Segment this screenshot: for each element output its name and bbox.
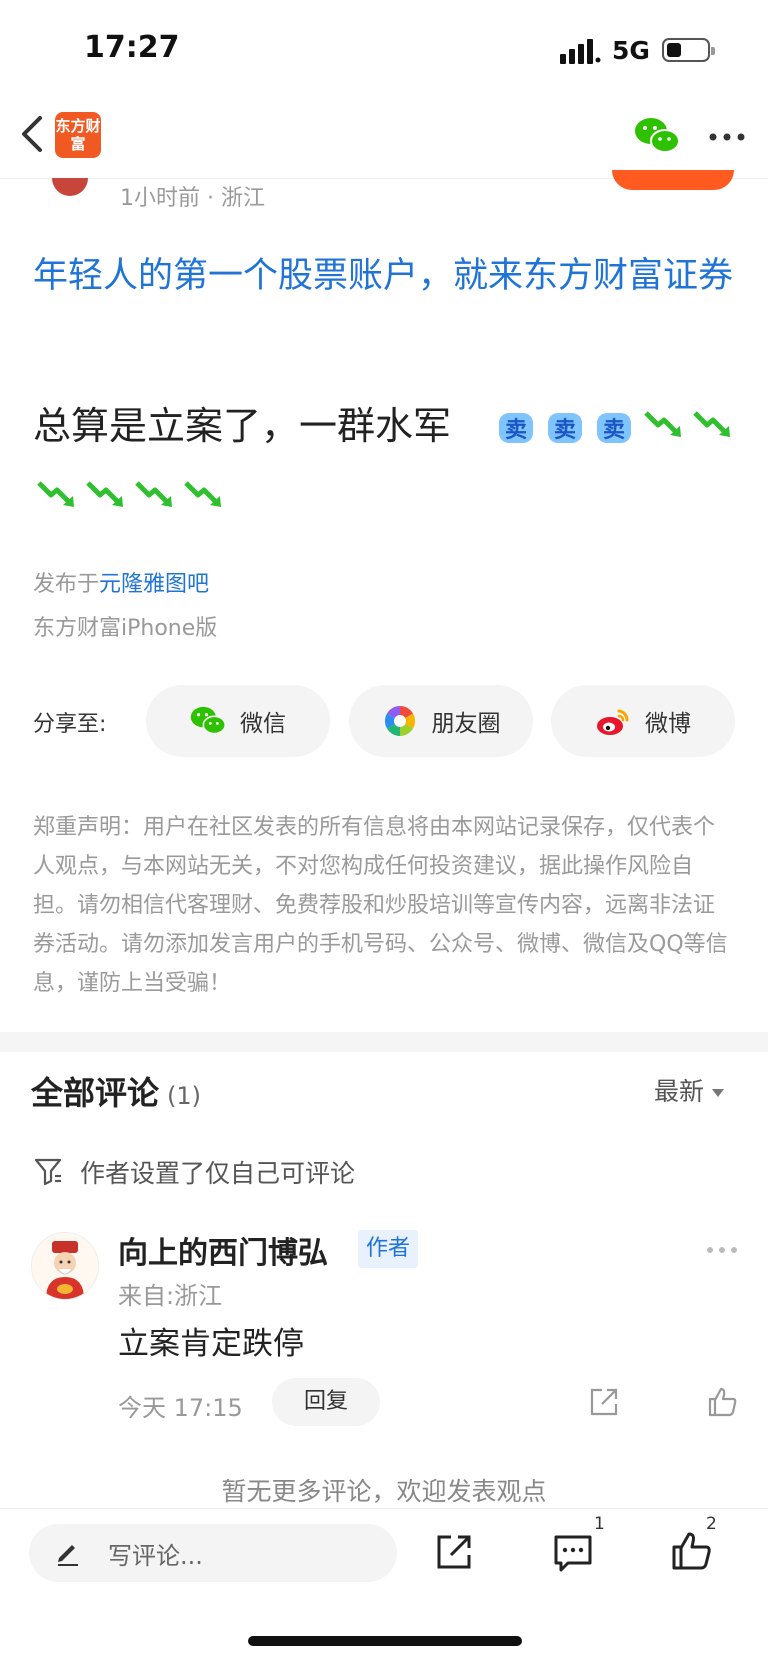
share-label: 分享至: (33, 712, 107, 737)
wechat-share-icon[interactable] (634, 116, 680, 156)
sell-emoji-icon: 卖 (597, 413, 631, 443)
caret-down-icon (712, 1089, 725, 1097)
share-moments-button[interactable]: 朋友圈 (349, 685, 533, 757)
pen-icon (58, 1545, 78, 1566)
post-emojis-row2 (36, 478, 232, 510)
comment-count-badge: 1 (594, 1514, 605, 1534)
down-trend-icon (86, 481, 123, 507)
home-indicator[interactable] (248, 1636, 522, 1646)
posted-in: 发布于元隆雅图吧 (33, 566, 209, 598)
comments-count: (1) (167, 1082, 202, 1110)
comment-location: 来自:浙江 (118, 1282, 223, 1310)
comment-text: 立案肯定跌停 (118, 1326, 304, 1362)
no-more-comments: 暂无更多评论，欢迎发表观点 (221, 1477, 547, 1506)
sell-emoji-icon: 卖 (548, 413, 582, 443)
signal-icon (560, 39, 601, 64)
status-time: 17:27 (84, 30, 180, 65)
post-emojis-row1: 卖卖卖 (496, 408, 741, 448)
weibo-icon (597, 709, 629, 735)
comment-placeholder[interactable]: 写评论... (108, 1536, 203, 1571)
filter-icon (34, 1158, 62, 1186)
share-icon[interactable] (434, 1532, 474, 1572)
forum-link[interactable]: 元隆雅图吧 (99, 572, 209, 597)
share-weibo-label: 微博 (645, 711, 691, 737)
god-of-wealth-avatar-icon (32, 1233, 98, 1299)
post-meta: 1小时前 · 浙江 (120, 186, 265, 211)
share-wechat-label: 微信 (240, 711, 286, 737)
sort-label: 最新 (654, 1077, 705, 1106)
share-wechat-button[interactable]: 微信 (146, 685, 330, 757)
comment-restriction: 作者设置了仅自己可评论 (80, 1159, 356, 1188)
svg-text:卖: 卖 (603, 417, 625, 443)
reply-button[interactable]: 回复 (272, 1378, 380, 1426)
comment-more-icon[interactable] (706, 1246, 738, 1254)
network-type: 5G (612, 36, 650, 65)
svg-text:卖: 卖 (554, 417, 576, 443)
share-weibo-button[interactable]: 微博 (551, 685, 735, 757)
moments-icon (384, 706, 415, 736)
thumbs-up-icon[interactable] (670, 1530, 712, 1572)
comments-title: 全部评论 (1) (31, 1068, 201, 1114)
down-trend-icon (37, 481, 74, 507)
author-avatar[interactable] (52, 178, 88, 196)
promo-link[interactable]: 年轻人的第一个股票账户，就来东方财富证券 (33, 248, 733, 304)
comment-icon[interactable] (552, 1532, 594, 1574)
svg-text:卖: 卖 (505, 417, 527, 443)
comment-avatar[interactable] (31, 1232, 99, 1300)
back-icon[interactable] (14, 112, 54, 156)
disclaimer: 郑重声明：用户在社区发表的所有信息将由本网站记录保存，仅代表个人观点，与本网站无… (33, 815, 728, 996)
comment-time: 今天 17:15 (118, 1394, 243, 1422)
comments-title-text: 全部评论 (31, 1074, 160, 1112)
thumbs-up-icon[interactable] (706, 1386, 738, 1418)
battery-icon (662, 38, 715, 62)
down-trend-icon (693, 411, 730, 437)
author-tag: 作者 (358, 1230, 419, 1268)
section-divider (0, 1032, 768, 1052)
down-trend-icon (135, 481, 172, 507)
posted-in-prefix: 发布于 (33, 572, 100, 597)
down-trend-icon (184, 481, 221, 507)
sort-dropdown[interactable]: 最新 (654, 1072, 725, 1108)
like-count-badge: 2 (706, 1514, 717, 1534)
client-label: 东方财富iPhone版 (33, 616, 218, 641)
app-logo: 东方财富 (55, 112, 101, 158)
wechat-icon (190, 706, 226, 735)
down-trend-icon (644, 411, 681, 437)
follow-button[interactable] (612, 170, 734, 190)
more-icon[interactable] (708, 132, 746, 142)
comment-input[interactable] (29, 1524, 397, 1582)
sell-emoji-icon: 卖 (499, 413, 533, 443)
commenter-name[interactable]: 向上的西门博弘 (118, 1228, 328, 1272)
share-moments-label: 朋友圈 (431, 711, 501, 737)
share-icon[interactable] (588, 1386, 620, 1418)
